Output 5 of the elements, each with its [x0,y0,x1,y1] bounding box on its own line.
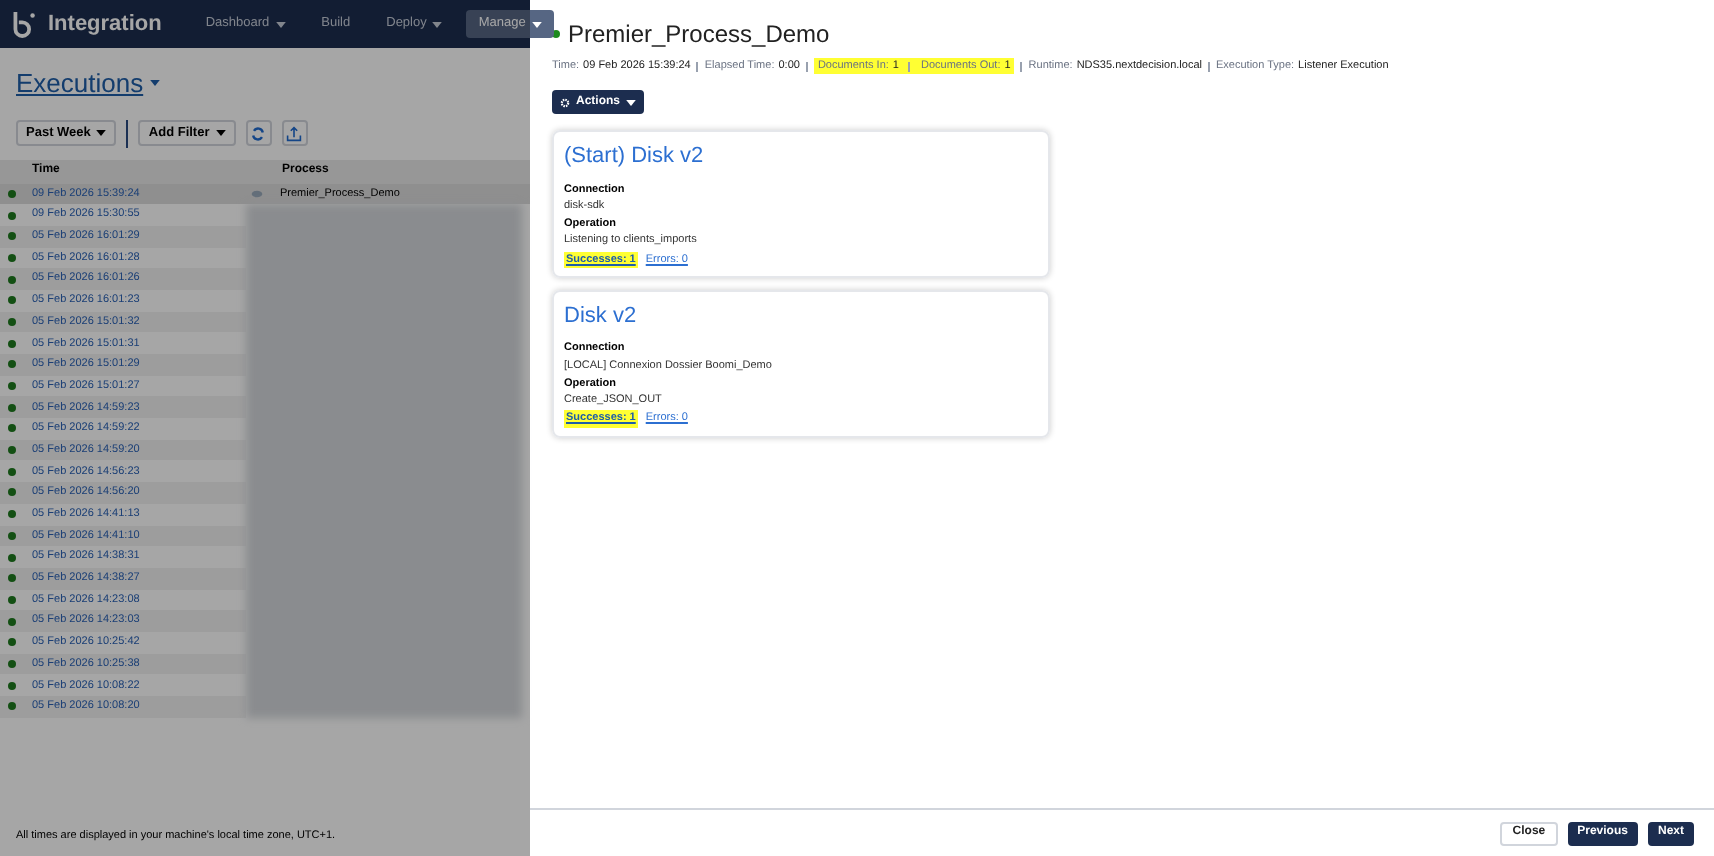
app-name: Integration [48,9,162,40]
process-title: Premier_Process_Demo [568,18,830,52]
shape-title: Disk v2 [564,301,639,332]
page-title[interactable]: Executions [16,64,144,103]
shape-title: (Start) Disk v2 [564,142,706,172]
